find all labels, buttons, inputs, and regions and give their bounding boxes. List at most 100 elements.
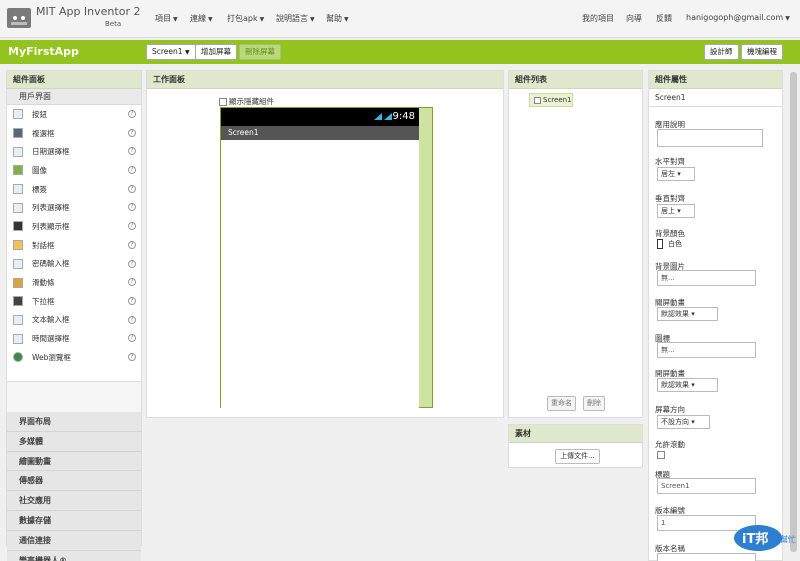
screen-title-bar: Screen1: [221, 126, 419, 140]
align-v-label: 垂直對齊: [655, 194, 685, 203]
project-name: MyFirstApp: [8, 45, 79, 58]
rename-button[interactable]: 重命名: [547, 396, 576, 411]
palette-panel: 組件面板 用戶界面 按鈕? 複選框? 日期選擇框? 圖像? 標簽? 列表選擇框?…: [6, 70, 142, 561]
help-icon[interactable]: ?: [128, 259, 136, 268]
my-projects-link[interactable]: 我的項目: [582, 13, 614, 24]
label-icon: [13, 184, 23, 195]
help-icon[interactable]: ?: [128, 315, 136, 324]
palette-item-datepicker[interactable]: 日期選擇框?: [7, 142, 141, 161]
designer-button[interactable]: 設計師: [704, 44, 739, 60]
palette-category-layout[interactable]: 界面布局: [7, 412, 141, 432]
title-input[interactable]: Screen1: [657, 478, 756, 494]
palette-item-listview[interactable]: 列表顯示框?: [7, 217, 141, 236]
screen-canvas[interactable]: [221, 140, 419, 408]
palette-item-passwordtextbox[interactable]: 密碼輸入框?: [7, 255, 141, 274]
palette-category-drawing[interactable]: 繪圖動畫: [7, 451, 141, 472]
beta-label: Beta: [105, 20, 122, 28]
align-v-select[interactable]: 居上 ▾: [657, 204, 695, 218]
about-textarea[interactable]: [657, 129, 763, 147]
palette-category-social[interactable]: 社交應用: [7, 491, 141, 511]
help-icon[interactable]: ?: [128, 278, 136, 287]
palette-item-notifier[interactable]: 對話框?: [7, 236, 141, 255]
palette-section-user-interface[interactable]: 用戶界面: [7, 89, 141, 105]
properties-title: 組件屬性: [649, 71, 782, 89]
delete-component-button[interactable]: 刪除: [583, 396, 605, 411]
palette-item-image[interactable]: 圖像?: [7, 161, 141, 180]
listview-icon: [13, 221, 23, 232]
scrollbar-thumb[interactable]: [790, 72, 797, 552]
menu-connect[interactable]: 連線 ▼: [190, 13, 213, 24]
palette-item-spinner[interactable]: 下拉框?: [7, 292, 141, 311]
palette-item-label[interactable]: 標簽?: [7, 180, 141, 199]
image-icon: [13, 165, 23, 176]
show-hidden-toggle[interactable]: 顯示隱藏組件: [219, 96, 274, 107]
close-anim-select[interactable]: 默認效果 ▾: [657, 307, 718, 321]
password-icon: [13, 258, 23, 269]
guide-link[interactable]: 向導: [626, 13, 642, 24]
palette-item-timepicker[interactable]: 時間選擇框?: [7, 329, 141, 348]
orientation-label: 屏幕方向: [655, 405, 685, 414]
palette-item-textbox[interactable]: 文本輸入框?: [7, 311, 141, 330]
help-icon[interactable]: ?: [128, 128, 136, 137]
viewer-panel: 工作面板 顯示隱藏組件 9:48 Screen1: [146, 70, 504, 418]
blocks-button[interactable]: 機塊編程: [741, 44, 783, 60]
palette-category-sensors[interactable]: 傳感器: [7, 471, 141, 492]
help-icon[interactable]: ?: [128, 147, 136, 156]
palette-category-media[interactable]: 多媒體: [7, 431, 141, 452]
palette-item-webviewer[interactable]: Web瀏覽框?: [7, 348, 141, 367]
help-icon[interactable]: ?: [128, 110, 136, 118]
svg-text:iT邦: iT邦: [742, 531, 768, 547]
menu-help[interactable]: 幫助 ▼: [326, 13, 349, 24]
screen-select[interactable]: Screen1 ▼: [146, 44, 196, 60]
scrollable-checkbox[interactable]: [657, 451, 665, 459]
orientation-select[interactable]: 不設方向 ▾: [657, 415, 710, 429]
media-title: 素材: [509, 425, 642, 443]
palette-item-button[interactable]: 按鈕?: [7, 105, 141, 124]
help-icon[interactable]: ?: [128, 296, 136, 305]
help-icon[interactable]: ?: [128, 222, 136, 231]
checkbox-icon: [13, 128, 23, 139]
help-icon[interactable]: ?: [128, 240, 136, 249]
help-icon[interactable]: ?: [128, 352, 136, 361]
align-h-select[interactable]: 居左 ▾: [657, 167, 695, 181]
button-icon: [13, 109, 23, 120]
menu-language[interactable]: 說明語言 ▼: [276, 13, 315, 24]
help-icon[interactable]: ?: [128, 184, 136, 193]
component-tree-item-screen1[interactable]: Screen1: [529, 93, 573, 107]
help-icon[interactable]: ?: [128, 203, 136, 212]
components-panel: 組件列表 Screen1 重命名 刪除: [508, 70, 643, 418]
top-bar: MIT App Inventor 2 Beta 項目 ▼ 連線 ▼ 打包apk ▼ 說…: [0, 0, 800, 38]
bg-image-input[interactable]: 無...: [657, 270, 756, 286]
warning-icon: [13, 240, 23, 251]
clock-icon: [13, 333, 23, 344]
upload-file-button[interactable]: 上傳文件...: [555, 449, 600, 464]
palette-category-connectivity[interactable]: 通信連接: [7, 530, 141, 551]
page-scrollbar[interactable]: [788, 64, 800, 561]
help-icon[interactable]: ?: [128, 334, 136, 343]
user-menu[interactable]: hanigogoph@gmail.com ▼: [686, 13, 790, 22]
delete-screen-button[interactable]: 刪除屏幕: [239, 44, 281, 60]
selected-component-name: Screen1: [649, 89, 782, 107]
icon-input[interactable]: 無...: [657, 342, 756, 358]
wifi-signal-icon: [374, 113, 392, 120]
palette-item-listpicker[interactable]: 列表選擇框?: [7, 198, 141, 217]
show-hidden-checkbox[interactable]: [219, 97, 227, 106]
menu-projects[interactable]: 項目 ▼: [155, 13, 178, 24]
palette-item-slider[interactable]: 滑動條?: [7, 273, 141, 292]
palette-category-lego[interactable]: 樂高機器人®: [7, 550, 141, 561]
color-swatch: [657, 239, 663, 249]
help-icon[interactable]: ?: [128, 166, 136, 175]
globe-icon: [13, 352, 23, 363]
feedback-link[interactable]: 反饋: [656, 13, 672, 24]
version-name-input[interactable]: [657, 553, 756, 561]
listpicker-icon: [13, 202, 23, 213]
palette-title: 組件面板: [7, 71, 141, 89]
add-screen-button[interactable]: 增加屏幕: [195, 44, 237, 60]
open-anim-select[interactable]: 默認效果 ▾: [657, 378, 718, 392]
menu-build[interactable]: 打包apk ▼: [227, 13, 264, 24]
bg-color-picker[interactable]: 白色: [657, 239, 682, 249]
palette-category-storage[interactable]: 數據存儲: [7, 510, 141, 531]
palette-item-checkbox[interactable]: 複選框?: [7, 124, 141, 143]
slider-icon: [13, 277, 23, 288]
svg-text:幫忙: 幫忙: [780, 534, 796, 544]
